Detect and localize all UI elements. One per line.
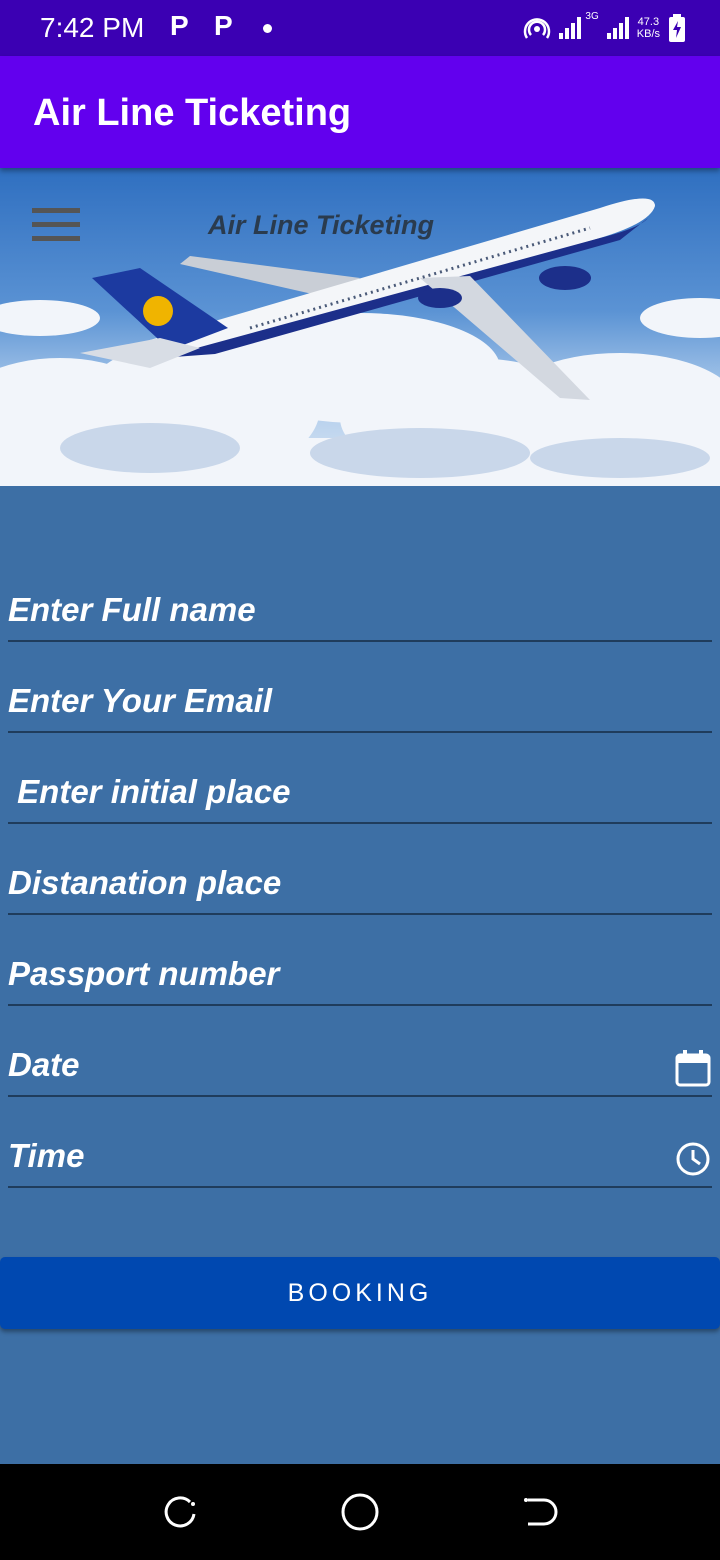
initial-place-input[interactable] <box>8 768 668 816</box>
notification-dot-icon <box>263 24 272 33</box>
date-input[interactable] <box>8 1041 668 1089</box>
status-indicators: 3G 47.3 KB/s <box>523 12 686 44</box>
notification-p-icon: P <box>170 10 189 41</box>
net-speed: 47.3 KB/s <box>637 16 660 40</box>
booking-button[interactable]: BOOKING <box>0 1257 720 1329</box>
navigation-bar <box>0 1464 720 1560</box>
time-field <box>8 1097 712 1188</box>
network-type-label: 3G <box>585 11 599 22</box>
clock-icon[interactable] <box>674 1140 712 1178</box>
status-time: 7:42 PM <box>40 12 145 43</box>
initial-place-field <box>8 733 712 824</box>
passport-field <box>8 915 712 1006</box>
date-field <box>8 1006 712 1097</box>
home-icon[interactable] <box>340 1492 380 1532</box>
signal-icon <box>606 17 629 39</box>
notification-p-icon: P <box>214 10 233 41</box>
full-name-field <box>8 580 712 642</box>
full-name-input[interactable] <box>8 586 668 634</box>
app-bar-title: Air Line Ticketing <box>33 92 352 134</box>
calendar-icon[interactable] <box>674 1049 712 1087</box>
booking-form <box>8 580 712 1188</box>
recent-apps-icon[interactable] <box>160 1492 200 1532</box>
signal-icon <box>559 17 582 39</box>
destination-input[interactable] <box>8 859 668 907</box>
back-icon[interactable] <box>520 1492 560 1532</box>
hamburger-menu-icon[interactable] <box>32 208 80 242</box>
hotspot-icon <box>524 18 551 39</box>
battery-charging-icon <box>669 14 685 42</box>
email-input[interactable] <box>8 677 668 725</box>
time-input[interactable] <box>8 1132 668 1180</box>
app-screen: 7:42 PM P P 3G 47.3 KB/s Air Line Ticket… <box>0 0 720 1560</box>
header-banner: Air Line Ticketing <box>0 168 720 486</box>
passport-input[interactable] <box>8 950 668 998</box>
destination-field <box>8 824 712 915</box>
app-bar: Air Line Ticketing <box>0 56 720 168</box>
email-field <box>8 642 712 733</box>
status-bar: 7:42 PM P P 3G 47.3 KB/s <box>0 0 720 56</box>
banner-title: Air Line Ticketing <box>208 210 435 240</box>
net-speed-unit: KB/s <box>636 28 660 40</box>
net-speed-value: 47.3 <box>637 16 660 28</box>
